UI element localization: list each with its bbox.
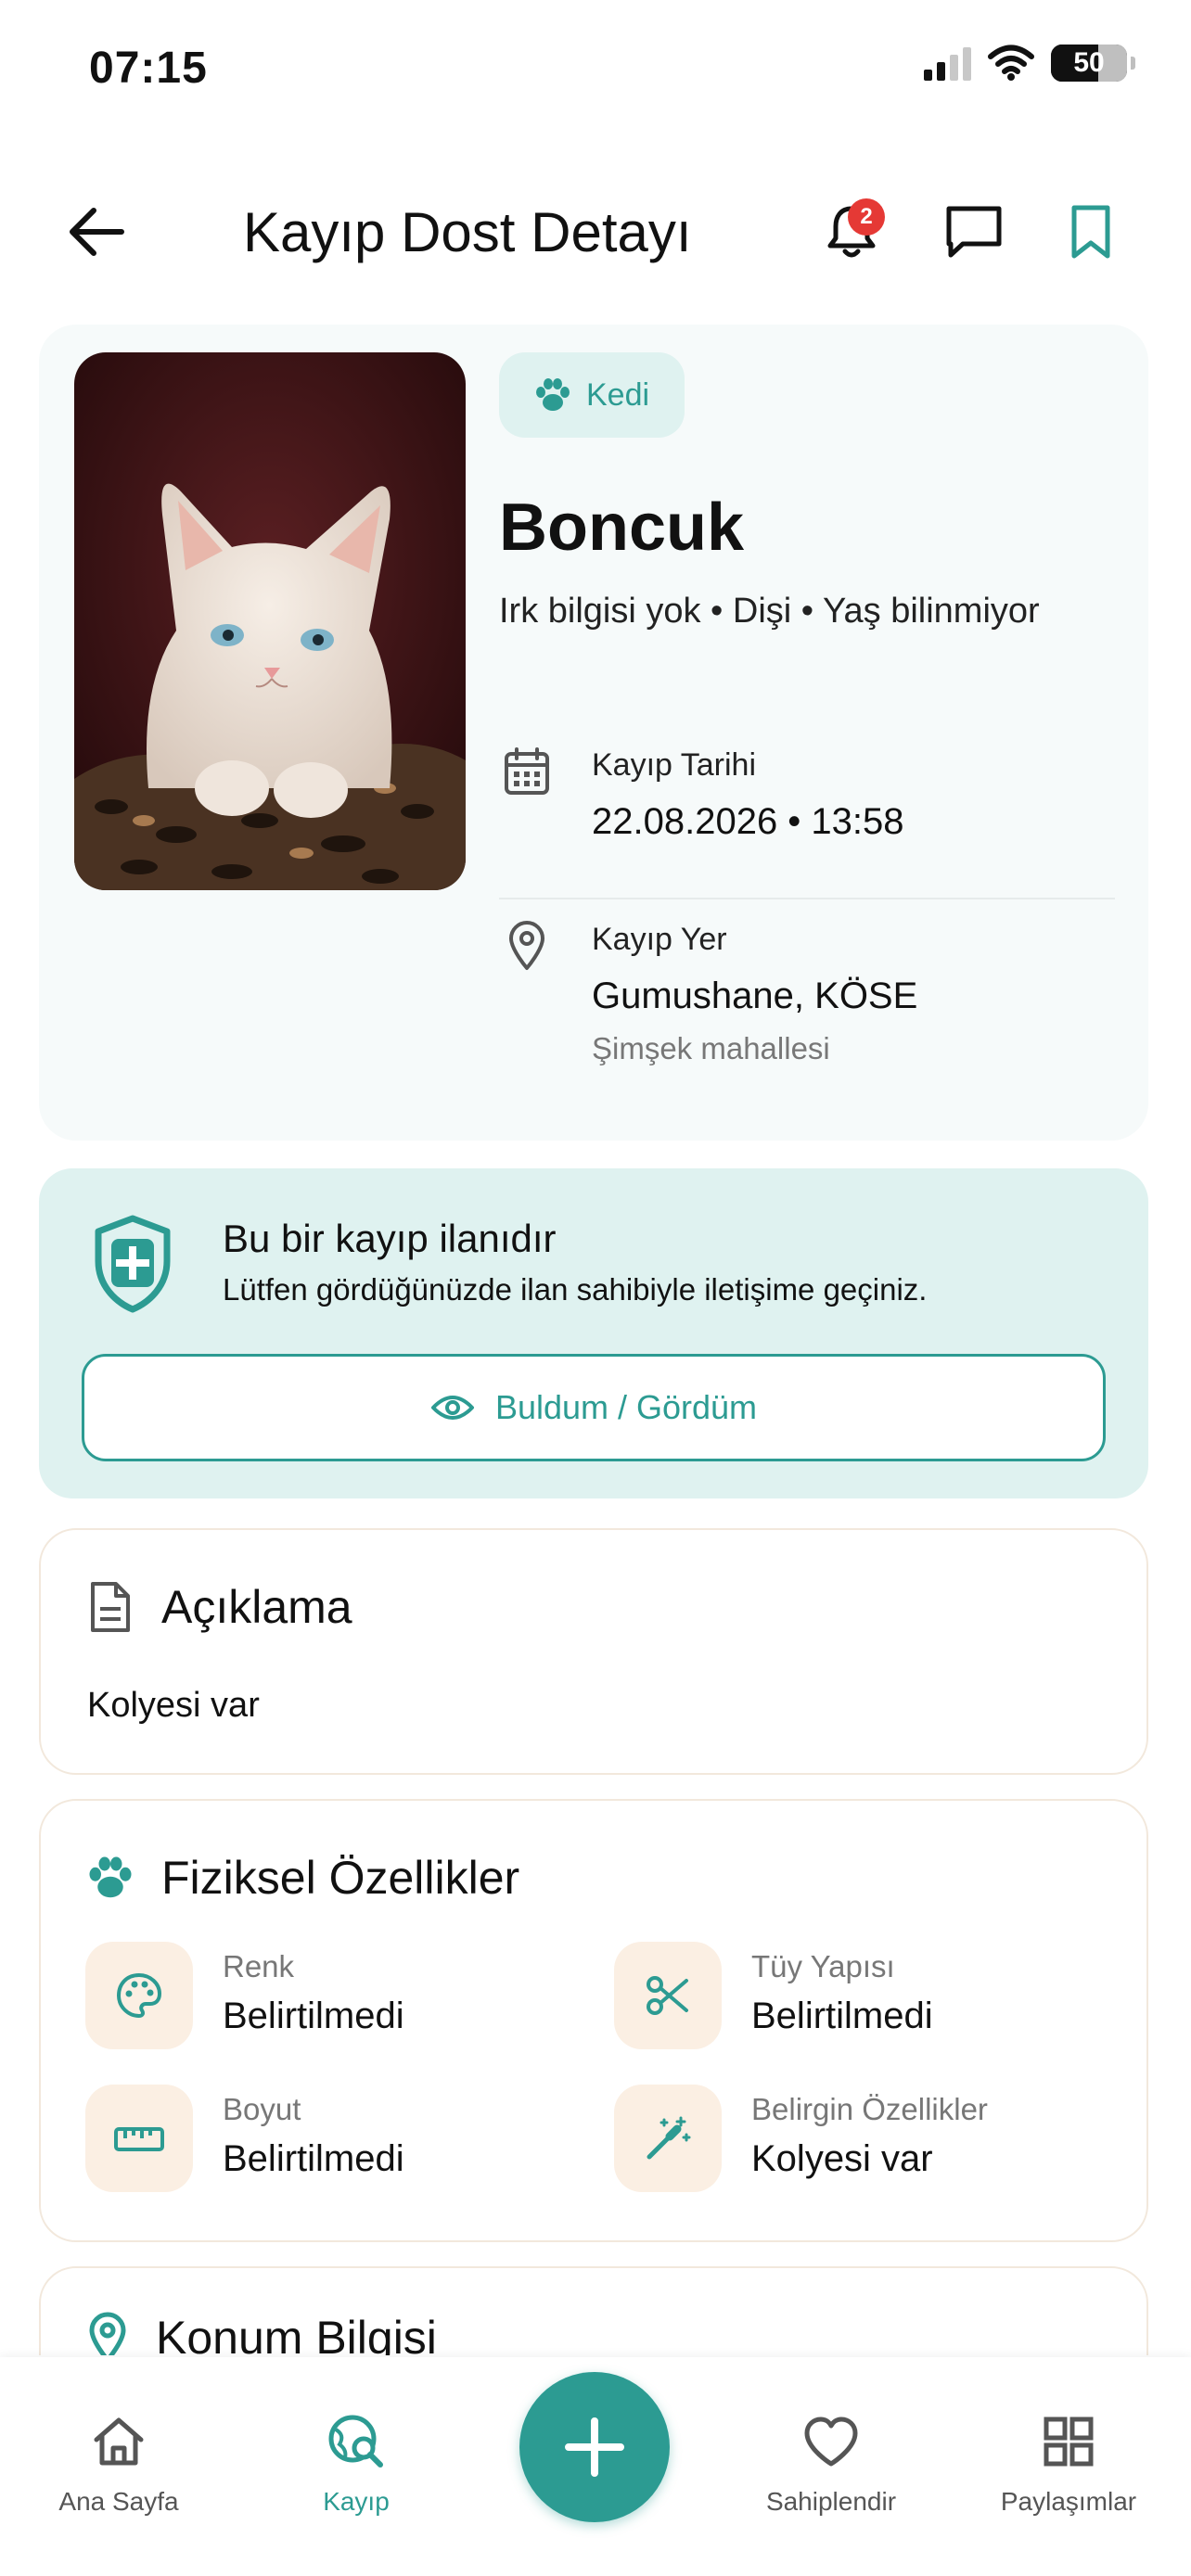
pet-summary-card: Kedi Boncuk Irk bilgisi yok • Dişi • Yaş… <box>39 325 1148 1141</box>
palette-icon <box>85 1942 193 2049</box>
battery-tip <box>1131 57 1135 70</box>
description-text: Kolyesi var <box>87 1686 260 1725</box>
physical-features-card: Fiziksel Özellikler Renk Belirtilmedi Tü… <box>39 1799 1148 2242</box>
attribute-label: Tüy Yapısı <box>751 1949 895 1983</box>
attribute-value: Kolyesi var <box>751 2138 933 2179</box>
attribute-value: Belirtilmedi <box>223 2138 404 2179</box>
shield-plus-icon <box>95 1215 171 1313</box>
add-post-button[interactable] <box>519 2372 670 2522</box>
nav-item-posts[interactable]: Paylaşımlar <box>976 2411 1161 2517</box>
pet-meta: Irk bilgisi yok • Dişi • Yaş bilinmiyor <box>499 592 1040 631</box>
bookmark-icon <box>1071 205 1110 259</box>
pet-name: Boncuk <box>499 491 745 565</box>
attribute-value: Belirtilmedi <box>223 1996 404 2036</box>
description-card: Açıklama Kolyesi var <box>39 1528 1148 1775</box>
eye-icon <box>430 1396 474 1420</box>
lost-alert-card: Bu bir kayıp ilanıdır Lütfen gördüğünüzd… <box>39 1168 1148 1498</box>
scissors-icon <box>614 1942 722 2049</box>
kitten-photo <box>74 352 466 890</box>
species-label: Kedi <box>586 376 650 413</box>
lost-date-label: Kayıp Tarihi <box>592 747 757 783</box>
page-title: Kayıp Dost Detayı <box>243 201 692 263</box>
attribute-label: Belirgin Özellikler <box>751 2092 988 2126</box>
grid-icon <box>976 2411 1161 2472</box>
status-bar: 07:15 50 <box>0 0 1191 139</box>
lost-place-row: Kayıp Yer Gumushane, KÖSE Şimşek mahalle… <box>499 918 1115 1076</box>
attribute-color: Renk Belirtilmedi <box>85 1942 568 2053</box>
info-divider <box>499 898 1115 899</box>
app-header: Kayıp Dost Detayı 2 <box>0 167 1191 297</box>
notifications-button[interactable]: 2 <box>813 193 890 271</box>
found-seen-label: Buldum / Gördüm <box>494 1388 758 1426</box>
alert-title: Bu bir kayıp ilanıdır <box>223 1217 557 1260</box>
alert-text: Lütfen gördüğünüzde ilan sahibiyle ileti… <box>223 1272 928 1307</box>
description-header: Açıklama <box>87 1580 352 1634</box>
nav-label: Kayıp <box>323 2487 390 2516</box>
arrow-left-icon <box>70 208 124 256</box>
notification-count-badge: 2 <box>848 198 885 236</box>
battery-level: 50 <box>1073 47 1105 78</box>
plus-icon <box>565 2417 624 2477</box>
attribute-value: Belirtilmedi <box>751 1996 933 2036</box>
wifi-icon <box>988 45 1034 81</box>
magic-wand-icon <box>614 2085 722 2192</box>
found-seen-button[interactable]: Buldum / Gördüm <box>82 1354 1106 1461</box>
pet-photo[interactable] <box>74 352 466 890</box>
status-icons: 50 <box>924 45 1135 82</box>
search-location-icon <box>263 2411 449 2472</box>
nav-item-lost[interactable]: Kayıp <box>263 2411 449 2517</box>
paw-icon <box>89 1856 132 1898</box>
lost-date-value: 22.08.2026 • 13:58 <box>592 801 904 842</box>
heart-icon <box>738 2411 924 2472</box>
nav-label: Ana Sayfa <box>58 2487 179 2516</box>
map-pin-icon <box>499 918 555 974</box>
species-chip: Kedi <box>499 352 685 438</box>
nav-item-adopt[interactable]: Sahiplendir <box>738 2411 924 2517</box>
attribute-label: Renk <box>223 1949 295 1983</box>
nav-item-home[interactable]: Ana Sayfa <box>26 2411 211 2517</box>
document-icon <box>91 1582 130 1632</box>
lost-place-label: Kayıp Yer <box>592 922 727 957</box>
calendar-icon <box>499 744 555 799</box>
location-card: Konum Bilgisi <box>39 2266 1148 2355</box>
attribute-label: Boyut <box>223 2092 301 2126</box>
nav-label: Paylaşımlar <box>1000 2487 1137 2516</box>
cellular-signal-icon <box>924 45 971 81</box>
map-pin-icon <box>89 2312 126 2355</box>
lost-place-value: Gumushane, KÖSE <box>592 976 918 1016</box>
bookmark-button[interactable] <box>1052 193 1130 271</box>
physical-features-title: Fiziksel Özellikler <box>161 1852 520 1904</box>
lost-place-detail: Şimşek mahallesi <box>592 1031 830 1065</box>
back-button[interactable] <box>63 198 130 265</box>
home-icon <box>26 2411 211 2472</box>
detail-content[interactable]: Kedi Boncuk Irk bilgisi yok • Dişi • Yaş… <box>0 306 1191 2355</box>
attribute-fur: Tüy Yapısı Belirtilmedi <box>614 1942 1096 2053</box>
attribute-size: Boyut Belirtilmedi <box>85 2085 568 2196</box>
battery-icon: 50 <box>1051 45 1127 82</box>
nav-label: Sahiplendir <box>765 2487 897 2516</box>
description-title: Açıklama <box>161 1581 352 1633</box>
status-time: 07:15 <box>89 44 208 93</box>
attribute-distinctive: Belirgin Özellikler Kolyesi var <box>614 2085 1096 2196</box>
location-title: Konum Bilgisi <box>156 2312 437 2355</box>
ruler-icon <box>85 2085 193 2192</box>
lost-date-row: Kayıp Tarihi 22.08.2026 • 13:58 <box>499 744 1115 846</box>
paw-icon <box>536 378 570 411</box>
message-square-icon <box>946 206 1002 258</box>
physical-features-header: Fiziksel Özellikler <box>87 1851 519 1905</box>
messages-button[interactable] <box>935 193 1013 271</box>
location-header: Konum Bilgisi <box>87 2311 437 2355</box>
